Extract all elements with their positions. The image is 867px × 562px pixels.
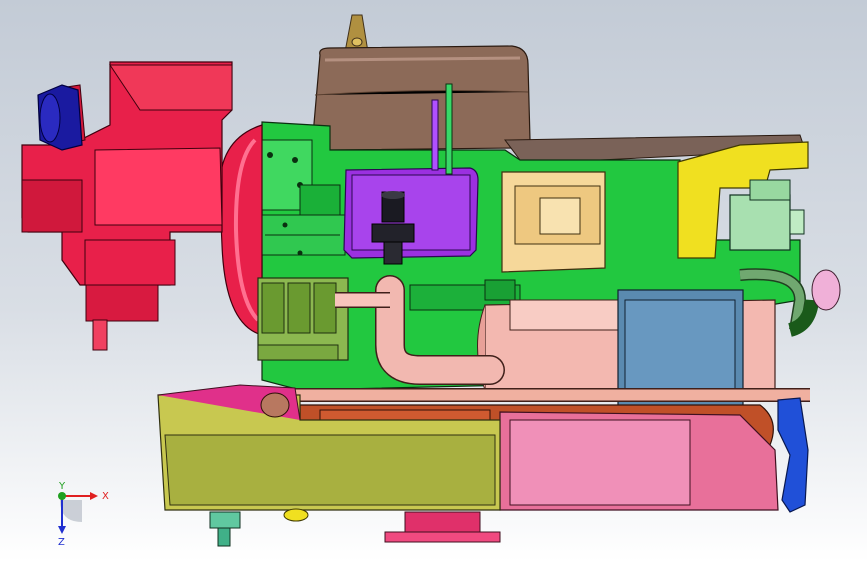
- z-axis-label: Z: [58, 537, 65, 548]
- engine-assembly-model[interactable]: [0, 0, 867, 562]
- filter-cartridge-icon[interactable]: [257, 277, 349, 361]
- drain-lever-icon[interactable]: [777, 397, 809, 513]
- x-axis-label: X: [102, 491, 109, 502]
- oil-pan-icon[interactable]: [157, 384, 501, 511]
- dipstick-icon[interactable]: [445, 83, 453, 175]
- fuel-pump-icon[interactable]: [501, 171, 606, 273]
- y-axis-label: Y: [58, 482, 66, 492]
- y-axis-dot: [58, 492, 66, 500]
- flywheel-housing-icon[interactable]: [218, 124, 263, 336]
- gearcase-cover-icon[interactable]: [499, 411, 779, 511]
- mount-foot-icon[interactable]: [209, 508, 501, 547]
- lifting-eye-icon[interactable]: [344, 14, 369, 53]
- inlet-cap-icon[interactable]: [37, 84, 83, 151]
- axis-triad[interactable]: X Y Z: [40, 482, 120, 552]
- graphics-viewport[interactable]: X Y Z: [0, 0, 867, 562]
- intake-tank-icon[interactable]: [312, 45, 531, 151]
